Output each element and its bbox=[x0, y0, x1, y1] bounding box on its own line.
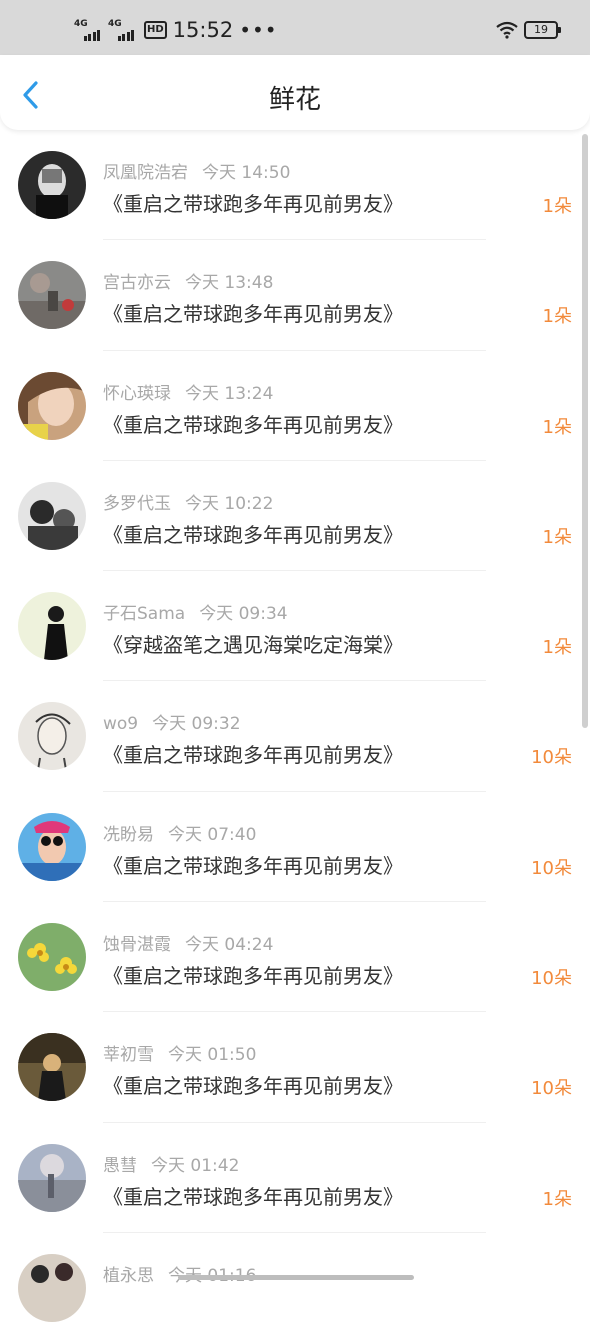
list-item[interactable]: 蚀骨湛霞 今天 04:24 《重启之带球跑多年再见前男友》 10朵 bbox=[0, 902, 590, 1013]
flower-count: 1朵 bbox=[542, 306, 572, 328]
user-name: 宫古亦云 bbox=[103, 273, 171, 294]
flower-list: 凤凰院浩宕 今天 14:50 《重启之带球跑多年再见前男友》 1朵 宫古亦云 今天 … bbox=[0, 130, 590, 1343]
book-title[interactable]: 《重启之带球跑多年再见前男友》 bbox=[103, 739, 403, 768]
flower-count: 10朵 bbox=[531, 968, 572, 990]
more-notifications-icon: ••• bbox=[239, 18, 278, 42]
list-item[interactable]: 子石Sama 今天 09:34 《穿越盗笔之遇见海棠吃定海棠》 1朵 bbox=[0, 571, 590, 682]
flower-count: 10朵 bbox=[531, 857, 572, 879]
nav-bar: 鲜花 bbox=[0, 55, 590, 130]
list-item[interactable]: 怀心瑛琭 今天 13:24 《重启之带球跑多年再见前男友》 1朵 bbox=[0, 351, 590, 461]
book-title[interactable]: 《重启之带球跑多年再见前男友》 bbox=[103, 409, 403, 438]
list-item[interactable]: 凤凰院浩宕 今天 14:50 《重启之带球跑多年再见前男友》 1朵 bbox=[0, 130, 590, 241]
list-item[interactable]: 莘初雪 今天 01:50 《重启之带球跑多年再见前男友》 10朵 bbox=[0, 1012, 590, 1123]
user-name: 子石Sama bbox=[103, 604, 186, 625]
scrollbar[interactable] bbox=[582, 134, 588, 728]
page-title: 鲜花 bbox=[268, 85, 321, 115]
list-item[interactable]: 愚彗 今天 01:42 《重启之带球跑多年再见前男友》 1朵 bbox=[0, 1123, 590, 1233]
avatar[interactable] bbox=[18, 481, 86, 550]
book-title[interactable]: 《重启之带球跑多年再见前男友》 bbox=[103, 519, 403, 548]
flower-count: 1朵 bbox=[542, 526, 572, 548]
user-name: wo9 bbox=[103, 714, 139, 735]
list-item[interactable]: 多罗代玉 今天 10:22 《重启之带球跑多年再见前男友》 1朵 bbox=[0, 461, 590, 572]
avatar[interactable] bbox=[18, 923, 86, 992]
item-time: 今天 04:24 bbox=[185, 935, 274, 956]
item-time: 今天 09:32 bbox=[152, 714, 241, 735]
book-title[interactable]: 《重启之带球跑多年再见前男友》 bbox=[103, 850, 403, 879]
flower-count: 1朵 bbox=[542, 1188, 572, 1210]
item-time: 今天 01:42 bbox=[151, 1155, 240, 1176]
avatar[interactable] bbox=[18, 1143, 86, 1212]
flower-count: 10朵 bbox=[531, 1078, 572, 1100]
item-meta: 冼盼易 今天 07:40 bbox=[103, 820, 256, 845]
avatar[interactable] bbox=[18, 151, 86, 219]
book-title[interactable]: 《重启之带球跑多年再见前男友》 bbox=[103, 1070, 403, 1099]
book-title[interactable]: 《重启之带球跑多年再见前男友》 bbox=[103, 960, 403, 989]
avatar[interactable] bbox=[18, 371, 86, 440]
item-meta: 子石Sama 今天 09:34 bbox=[103, 599, 288, 624]
flower-count: 10朵 bbox=[531, 747, 572, 769]
user-name: 多罗代玉 bbox=[103, 493, 171, 514]
user-name: 愚彗 bbox=[103, 1155, 137, 1176]
item-meta: 植永思今天 01:16 bbox=[103, 1261, 256, 1286]
book-title[interactable]: 《重启之带球跑多年再见前男友》 bbox=[103, 1181, 403, 1210]
item-meta: 怀心瑛琭 今天 13:24 bbox=[103, 379, 273, 404]
network-type: 4G bbox=[74, 19, 88, 29]
item-time: 今天 01:50 bbox=[168, 1045, 257, 1066]
home-indicator[interactable] bbox=[178, 1275, 414, 1280]
network-type: 4G bbox=[108, 19, 122, 29]
user-name: 冼盼易 bbox=[103, 824, 154, 845]
item-meta: wo9 今天 09:32 bbox=[103, 709, 241, 734]
item-time: 今天 09:34 bbox=[199, 604, 288, 625]
item-meta: 多罗代玉 今天 10:22 bbox=[103, 489, 273, 514]
user-name: 怀心瑛琭 bbox=[103, 383, 171, 404]
status-right: 19 bbox=[496, 21, 561, 39]
item-time: 今天 10:22 bbox=[185, 493, 274, 514]
signal-icon: 4G bbox=[108, 19, 138, 41]
list-item[interactable]: 宫古亦云 今天 13:48 《重启之带球跑多年再见前男友》 1朵 bbox=[0, 240, 590, 351]
flower-count: 1朵 bbox=[542, 196, 572, 217]
book-title[interactable]: 《穿越盗笔之遇见海棠吃定海棠》 bbox=[103, 629, 403, 658]
item-time: 今天 13:24 bbox=[185, 383, 274, 404]
avatar[interactable] bbox=[18, 702, 86, 771]
flower-count: 1朵 bbox=[542, 416, 572, 438]
avatar[interactable] bbox=[18, 261, 86, 330]
battery-icon: 19 bbox=[524, 21, 561, 39]
list-item[interactable]: wo9 今天 09:32 《重启之带球跑多年再见前男友》 10朵 bbox=[0, 681, 590, 792]
user-name: 蚀骨湛霞 bbox=[103, 935, 171, 956]
avatar[interactable] bbox=[18, 1033, 86, 1102]
status-bar: 4G 4G HD 15:52 ••• 19 bbox=[0, 0, 590, 55]
list-item[interactable]: 冼盼易 今天 07:40 《重启之带球跑多年再见前男友》 10朵 bbox=[0, 792, 590, 903]
item-meta: 莘初雪 今天 01:50 bbox=[103, 1040, 256, 1065]
status-left: 4G 4G HD 15:52 ••• bbox=[74, 18, 278, 42]
item-time: 今天 13:48 bbox=[185, 273, 274, 294]
avatar[interactable] bbox=[18, 592, 86, 661]
user-name: 凤凰院浩宕 bbox=[103, 163, 188, 183]
item-time: 今天 14:50 bbox=[202, 163, 291, 183]
hd-icon: HD bbox=[144, 21, 167, 39]
item-time: 今天 07:40 bbox=[168, 824, 257, 845]
avatar[interactable] bbox=[18, 812, 86, 881]
flower-count: 1朵 bbox=[542, 637, 572, 659]
item-meta: 宫古亦云 今天 13:48 bbox=[103, 268, 273, 293]
user-name: 莘初雪 bbox=[103, 1045, 154, 1066]
book-title[interactable]: 《重启之带球跑多年再见前男友》 bbox=[103, 298, 403, 327]
avatar[interactable] bbox=[18, 1253, 86, 1322]
status-time: 15:52 bbox=[172, 18, 234, 42]
signal-icon: 4G bbox=[74, 19, 104, 41]
item-meta: 蚀骨湛霞 今天 04:24 bbox=[103, 930, 273, 955]
wifi-icon bbox=[496, 21, 518, 39]
book-title[interactable]: 《重启之带球跑多年再见前男友》 bbox=[103, 188, 403, 217]
item-meta: 愚彗 今天 01:42 bbox=[103, 1151, 239, 1176]
list-item[interactable]: 植永思今天 01:16 bbox=[0, 1233, 590, 1343]
user-name: 植永思 bbox=[103, 1265, 154, 1286]
item-meta: 凤凰院浩宕 今天 14:50 bbox=[103, 158, 290, 183]
